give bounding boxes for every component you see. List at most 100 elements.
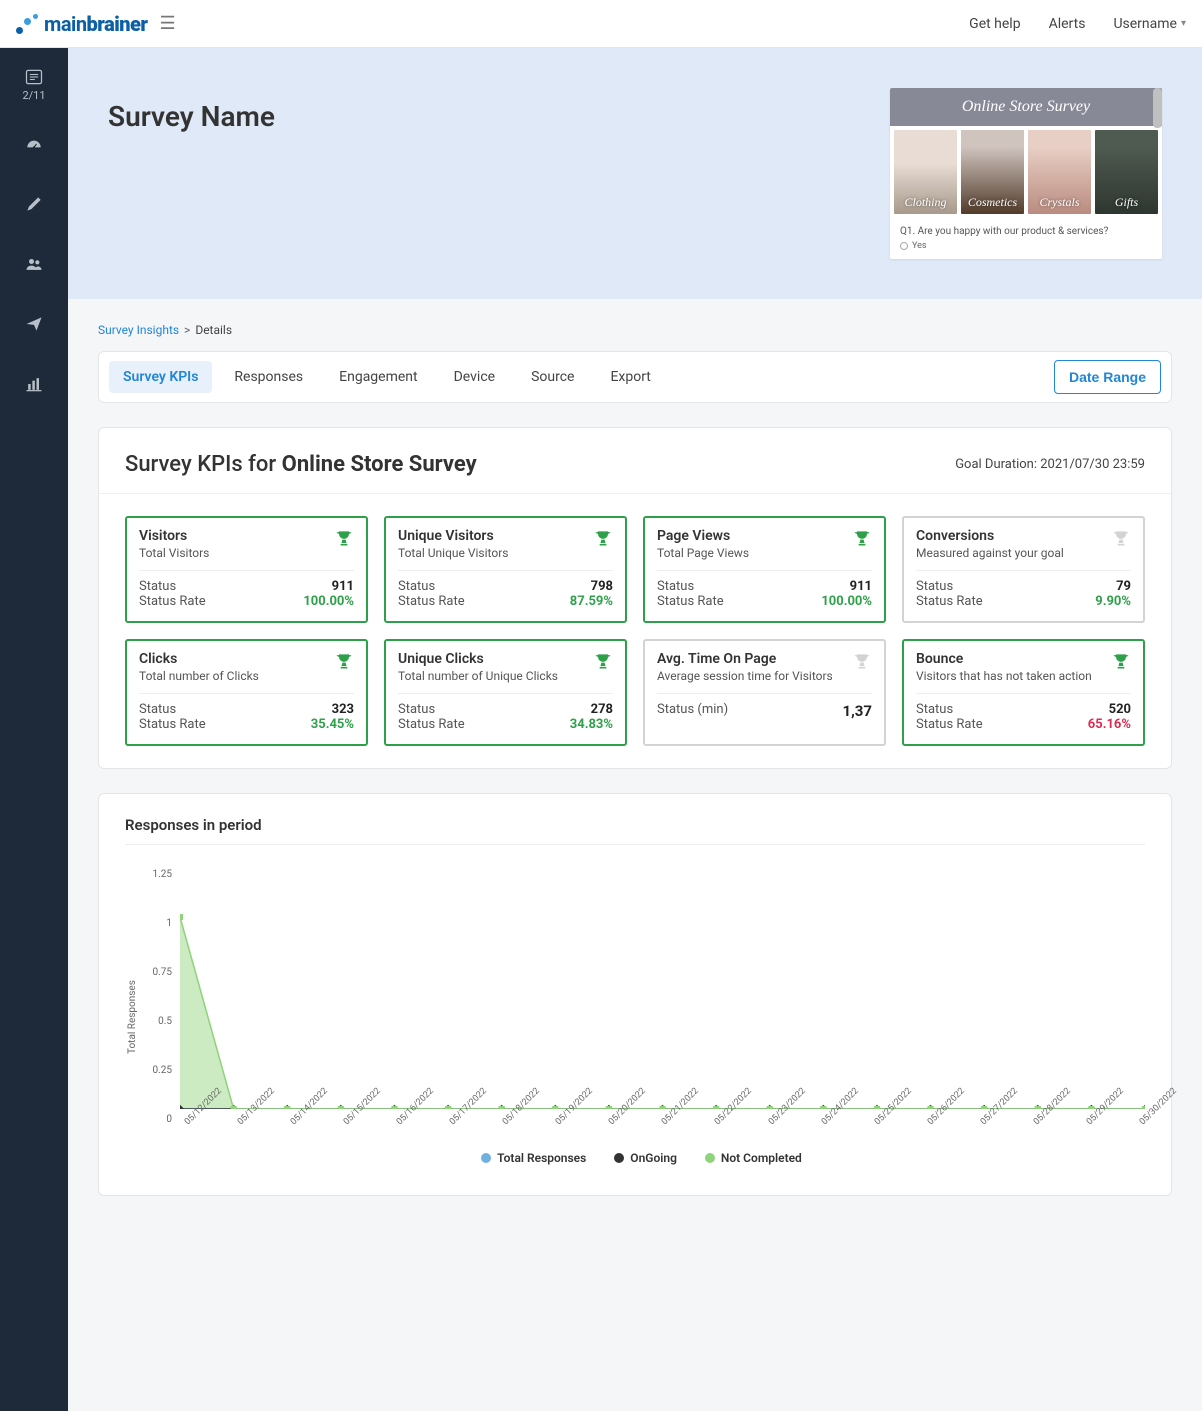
chart-y-tick: 0.5 bbox=[138, 1016, 172, 1027]
kpi-status-rate-value: 100.00% bbox=[821, 594, 872, 609]
kpi-status-rate-label: Status Rate bbox=[916, 594, 983, 609]
trophy-icon bbox=[1111, 651, 1131, 675]
preview-tiles: Clothing Cosmetics Crystals Gifts bbox=[890, 126, 1162, 218]
preview-tile: Clothing bbox=[894, 130, 957, 214]
chart-marker bbox=[391, 1106, 397, 1109]
kpi-status-rate-label: Status Rate bbox=[657, 594, 724, 609]
legend-item: Total Responses bbox=[481, 1151, 586, 1165]
sidebar-pager-count: 2/11 bbox=[22, 89, 45, 102]
kpi-name: Avg. Time On Page bbox=[657, 651, 833, 667]
chart-line bbox=[180, 917, 1145, 1109]
sidebar-dashboard[interactable] bbox=[16, 126, 52, 162]
preview-scrollbar[interactable] bbox=[1153, 88, 1162, 128]
paper-plane-icon bbox=[24, 314, 44, 334]
chart-plot-area[interactable] bbox=[180, 869, 1145, 1109]
kpi-status-rate-value: 100.00% bbox=[303, 594, 354, 609]
kpi-card-avg-time-on-page[interactable]: Avg. Time On Page Average session time f… bbox=[643, 639, 886, 746]
kpi-name: Visitors bbox=[139, 528, 209, 544]
chart-marker bbox=[284, 1106, 290, 1109]
alerts-link[interactable]: Alerts bbox=[1049, 16, 1086, 32]
kpi-status-label: Status bbox=[657, 579, 694, 594]
sidebar-audience[interactable] bbox=[16, 246, 52, 282]
chart-marker bbox=[874, 1106, 880, 1109]
chart-x-tick: 05/20/2022 bbox=[607, 1113, 621, 1127]
get-help-link[interactable]: Get help bbox=[969, 16, 1020, 32]
tab-responses[interactable]: Responses bbox=[220, 361, 317, 393]
kpi-subtitle: Total number of Unique Clicks bbox=[398, 669, 558, 683]
bar-chart-icon bbox=[24, 374, 44, 394]
chart-x-tick: 05/28/2022 bbox=[1032, 1113, 1046, 1127]
chart-marker bbox=[713, 1106, 719, 1109]
breadcrumb-sep: > bbox=[184, 323, 190, 337]
chart-y-tick: 0 bbox=[138, 1114, 172, 1125]
kpi-card-unique-visitors[interactable]: Unique Visitors Total Unique Visitors St… bbox=[384, 516, 627, 623]
chart-y-tick: 0.25 bbox=[138, 1065, 172, 1076]
menu-toggle-icon[interactable]: ☰ bbox=[159, 13, 175, 34]
kpi-status-rate-label: Status Rate bbox=[139, 717, 206, 732]
sidebar-pager[interactable]: 2/11 bbox=[16, 66, 52, 102]
sidebar-edit[interactable] bbox=[16, 186, 52, 222]
kpi-card-conversions[interactable]: Conversions Measured against your goal S… bbox=[902, 516, 1145, 623]
chart-x-tick: 05/26/2022 bbox=[926, 1113, 940, 1127]
chart-marker bbox=[606, 1106, 612, 1109]
kpi-status-label: Status bbox=[916, 579, 953, 594]
chart-x-tick: 05/19/2022 bbox=[554, 1113, 568, 1127]
tab-export[interactable]: Export bbox=[596, 361, 664, 393]
kpi-status-rate-label: Status Rate bbox=[139, 594, 206, 609]
kpi-status-value: 520 bbox=[1109, 702, 1131, 717]
gauge-icon bbox=[24, 134, 44, 154]
users-icon bbox=[24, 254, 44, 274]
kpi-card-visitors[interactable]: Visitors Total Visitors Status911 Status… bbox=[125, 516, 368, 623]
radio-icon bbox=[900, 242, 908, 250]
responses-chart-panel: Responses in period Total Responses 1.25… bbox=[98, 793, 1172, 1196]
kpi-card-page-views[interactable]: Page Views Total Page Views Status911 St… bbox=[643, 516, 886, 623]
preview-header: Online Store Survey bbox=[890, 88, 1162, 126]
tab-device[interactable]: Device bbox=[440, 361, 509, 393]
kpi-card-unique-clicks[interactable]: Unique Clicks Total number of Unique Cli… bbox=[384, 639, 627, 746]
preview-tile: Cosmetics bbox=[961, 130, 1024, 214]
chart-y-axis-label: Total Responses bbox=[125, 869, 138, 1165]
kpi-subtitle: Total Page Views bbox=[657, 546, 749, 560]
tab-source[interactable]: Source bbox=[517, 361, 588, 393]
kpi-subtitle: Total number of Clicks bbox=[139, 669, 259, 683]
chart-legend: Total Responses OnGoing Not Completed bbox=[138, 1151, 1145, 1165]
tab-engagement[interactable]: Engagement bbox=[325, 361, 431, 393]
chart-x-tick: 05/30/2022 bbox=[1138, 1113, 1152, 1127]
kpi-subtitle: Average session time for Visitors bbox=[657, 669, 833, 683]
chart-marker bbox=[1035, 1106, 1041, 1109]
chart-x-tick: 05/14/2022 bbox=[289, 1113, 303, 1127]
chart-marker bbox=[338, 1106, 344, 1109]
tab-survey-kpis[interactable]: Survey KPIs bbox=[109, 361, 212, 393]
sidebar-send[interactable] bbox=[16, 306, 52, 342]
kpi-card-clicks[interactable]: Clicks Total number of Clicks Status323 … bbox=[125, 639, 368, 746]
kpi-status-rate-value: 34.83% bbox=[570, 717, 613, 732]
breadcrumb-root[interactable]: Survey Insights bbox=[98, 323, 179, 337]
kpi-status-label: Status bbox=[398, 702, 435, 717]
breadcrumb-current: Details bbox=[195, 323, 232, 337]
kpi-status-label: Status bbox=[916, 702, 953, 717]
kpi-status-rate-value: 87.59% bbox=[570, 594, 613, 609]
kpi-name: Bounce bbox=[916, 651, 1092, 667]
goal-duration: Goal Duration: 2021/07/30 23:59 bbox=[955, 457, 1145, 472]
survey-preview[interactable]: Online Store Survey Clothing Cosmetics C… bbox=[890, 88, 1162, 259]
trophy-icon bbox=[593, 528, 613, 552]
kpi-card-bounce[interactable]: Bounce Visitors that has not taken actio… bbox=[902, 639, 1145, 746]
chart-marker bbox=[445, 1106, 451, 1109]
date-range-button[interactable]: Date Range bbox=[1054, 360, 1161, 394]
sidebar-stats[interactable] bbox=[16, 366, 52, 402]
sidebar: 2/11 bbox=[0, 48, 68, 1411]
chart-x-tick: 05/23/2022 bbox=[766, 1113, 780, 1127]
chart-x-tick: 05/13/2022 bbox=[236, 1113, 250, 1127]
logo[interactable]: mainbrainer bbox=[16, 12, 147, 36]
kpi-status-rate-value: 65.16% bbox=[1088, 717, 1131, 732]
kpi-single-value: 1,37 bbox=[842, 702, 872, 720]
kpi-single-label: Status (min) bbox=[657, 702, 728, 720]
chart-y-tick: 1 bbox=[138, 918, 172, 929]
kpi-status-rate-label: Status Rate bbox=[398, 594, 465, 609]
user-menu[interactable]: Username ▾ bbox=[1113, 16, 1186, 32]
hero: Survey Name Online Store Survey Clothing… bbox=[68, 48, 1202, 299]
chart-x-tick: 05/22/2022 bbox=[713, 1113, 727, 1127]
kpi-name: Unique Clicks bbox=[398, 651, 558, 667]
pencil-icon bbox=[24, 194, 44, 214]
trophy-icon bbox=[593, 651, 613, 675]
